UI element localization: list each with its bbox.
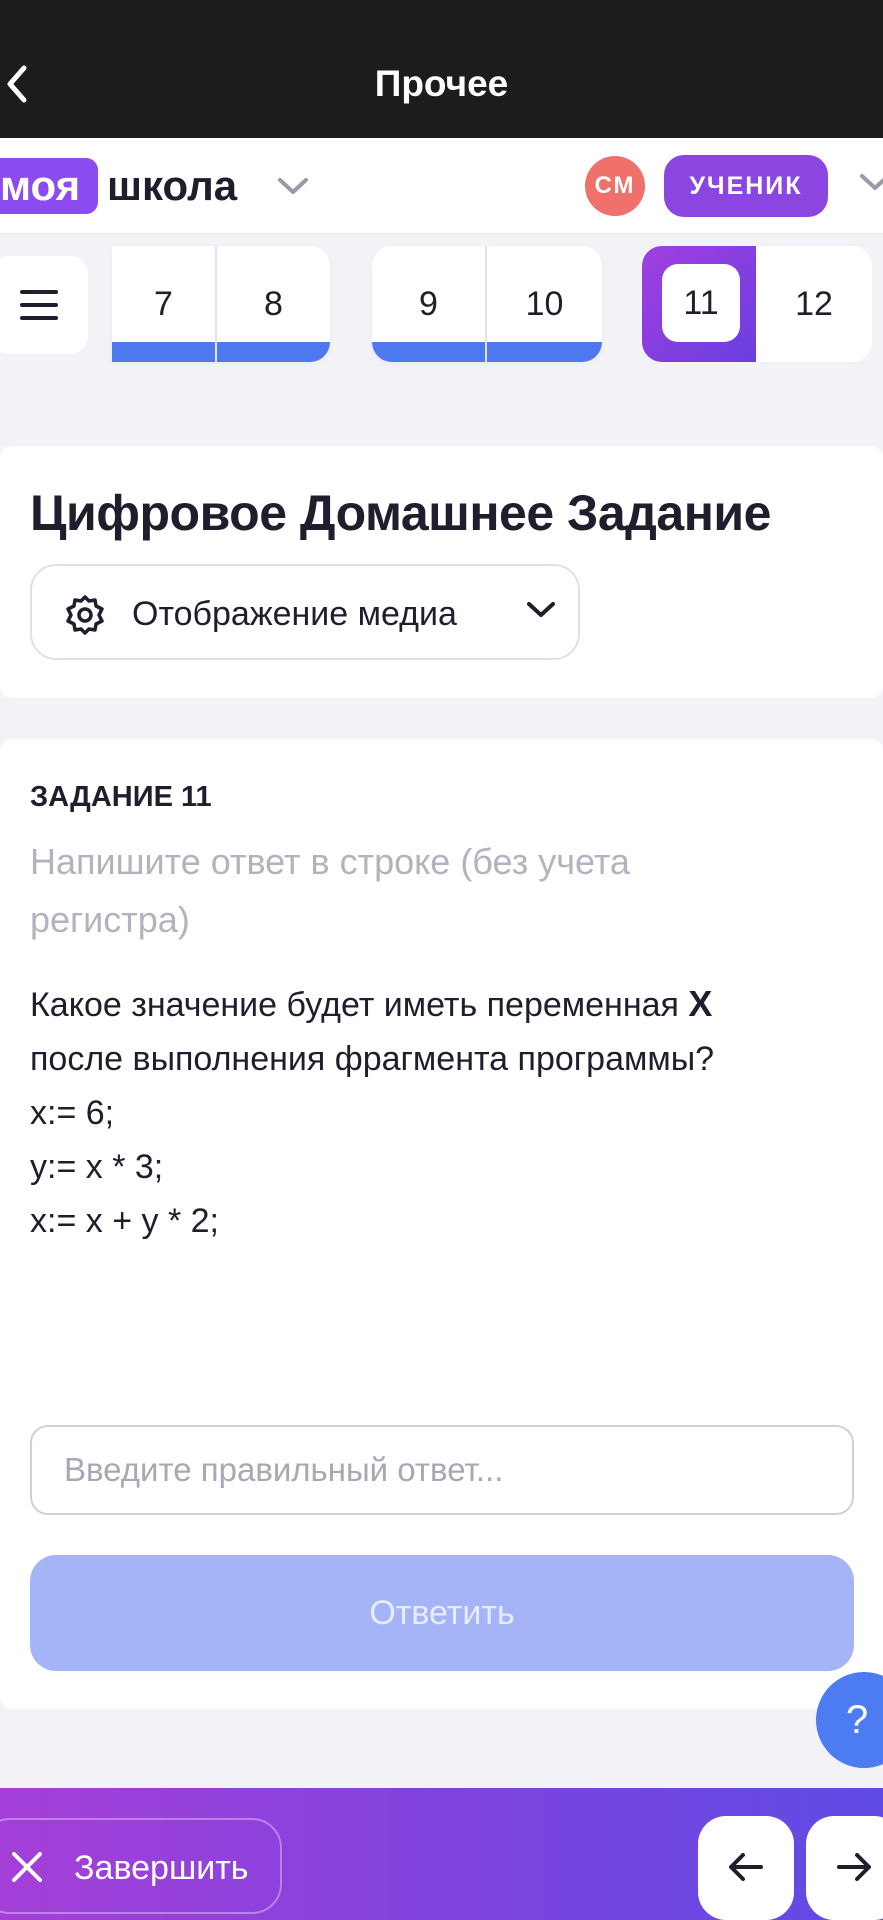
logo-part-moya: моя xyxy=(0,158,99,214)
finish-label: Завершить xyxy=(74,1849,249,1887)
question-mark-icon: ? xyxy=(846,1698,869,1742)
chevron-down-icon xyxy=(527,602,555,617)
chevron-down-icon[interactable] xyxy=(858,172,883,194)
menu-button[interactable] xyxy=(0,256,88,354)
role-badge[interactable]: УЧЕНИК xyxy=(664,155,828,217)
next-button[interactable] xyxy=(806,1816,883,1920)
app-header: моя школа СМ УЧЕНИК xyxy=(0,138,883,234)
answer-input[interactable] xyxy=(30,1425,854,1515)
lesson-item[interactable]: 12 xyxy=(756,246,872,362)
question-variable: X xyxy=(688,983,713,1024)
task-question: Какое значение будет иметь переменная X … xyxy=(30,977,830,1248)
homework-title-card: Цифровое Домашнее Задание Отображение ме… xyxy=(0,446,883,698)
chevron-down-icon xyxy=(278,178,308,194)
media-display-dropdown[interactable]: Отображение медиа xyxy=(30,564,580,660)
page-title: Прочее xyxy=(374,63,509,104)
code-line: x:= 6; xyxy=(30,1094,115,1132)
close-icon xyxy=(12,1852,42,1882)
question-text: Какое значение будет иметь переменная xyxy=(30,986,689,1024)
arrow-left-icon xyxy=(729,1853,763,1881)
lesson-item[interactable]: 10 xyxy=(487,246,602,362)
task-number: ЗАДАНИЕ 11 xyxy=(30,781,212,813)
lesson-item[interactable]: 8 xyxy=(217,246,330,362)
task-card: ЗАДАНИЕ 11 Напишите ответ в строке (без … xyxy=(0,739,883,1709)
arrow-right-icon xyxy=(837,1853,871,1881)
hamburger-icon xyxy=(20,290,58,320)
question-text-line2: после выполнения фрагмента программы? xyxy=(30,1040,715,1078)
submit-answer-button[interactable]: Ответить xyxy=(30,1555,854,1671)
finish-button[interactable]: Завершить xyxy=(0,1818,282,1914)
gear-icon xyxy=(66,595,104,635)
previous-button[interactable] xyxy=(698,1816,794,1920)
homework-title: Цифровое Домашнее Задание xyxy=(30,485,771,541)
avatar[interactable]: СМ xyxy=(585,156,645,216)
bottom-bar: Завершить xyxy=(0,1788,883,1920)
lesson-current-label: 11 xyxy=(662,264,740,342)
logo-part-shkola: школа xyxy=(107,162,238,209)
top-bar: Прочее xyxy=(0,0,883,138)
media-display-label: Отображение медиа xyxy=(132,595,457,633)
lesson-group: 7 8 xyxy=(112,246,330,362)
code-line: x:= x + y * 2; xyxy=(30,1202,219,1240)
lesson-item-current[interactable]: 11 xyxy=(642,246,756,362)
lesson-item[interactable]: 9 xyxy=(372,246,487,362)
school-switcher-button[interactable] xyxy=(272,168,312,204)
lesson-navigation: 7 8 9 10 11 12 xyxy=(0,234,883,412)
task-hint: Напишите ответ в строке (без учета регис… xyxy=(30,841,630,940)
lesson-group: 9 10 xyxy=(372,246,602,362)
lesson-item[interactable]: 7 xyxy=(112,246,217,362)
code-line: y:= x * 3; xyxy=(30,1148,164,1186)
